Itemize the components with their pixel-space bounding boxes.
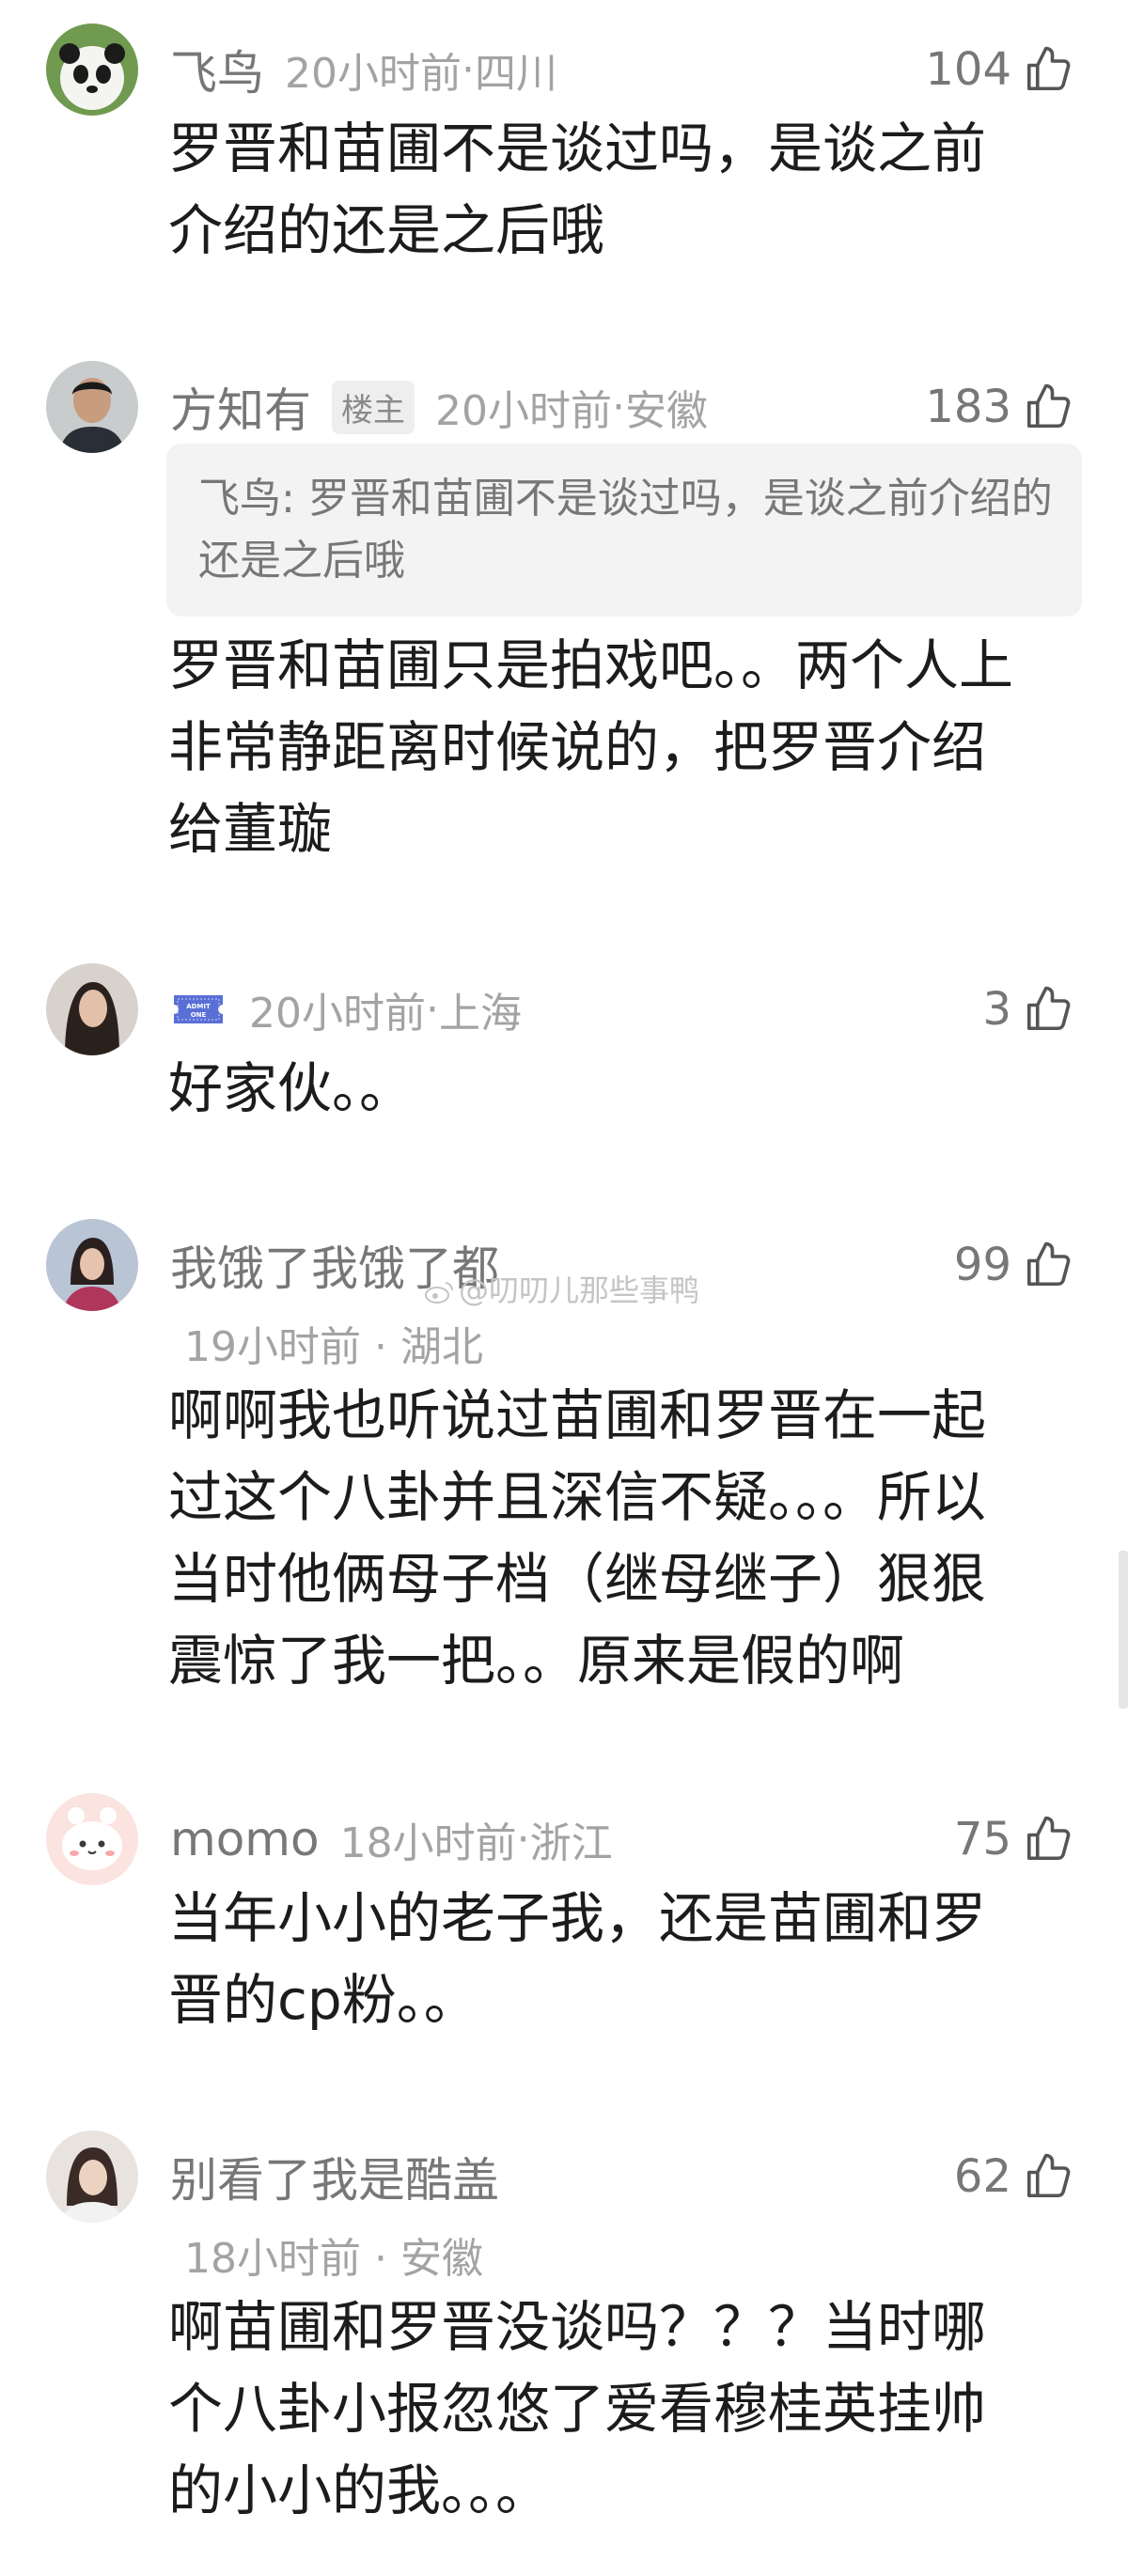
- meta-separator: ·: [426, 985, 439, 1034]
- watermark: @叨叨儿那些事鸭: [423, 1267, 699, 1310]
- like-count: 62: [953, 2150, 1011, 2203]
- meta-separator: ·: [462, 45, 475, 94]
- avatar[interactable]: [46, 2131, 138, 2223]
- location: 安徽: [625, 387, 708, 435]
- avatar[interactable]: [46, 963, 138, 1055]
- comment-text: 罗晋和苗圃不是谈过吗，是谈之前介绍的还是之后哦: [168, 117, 987, 262]
- avatar[interactable]: [46, 1219, 138, 1311]
- avatar[interactable]: [46, 1793, 138, 1885]
- like-count: 3: [982, 983, 1011, 1036]
- timestamp: 18小时前: [339, 1819, 517, 1867]
- location: 浙江: [529, 1819, 613, 1867]
- location: 四川: [475, 50, 557, 98]
- like-button[interactable]: 62: [954, 2147, 1073, 2206]
- watermark-text: @叨叨儿那些事鸭: [459, 1272, 700, 1308]
- meta-separator: ·: [612, 382, 625, 431]
- username[interactable]: 别看了我是酷盖: [170, 2143, 499, 2210]
- thumbs-up-icon: [1026, 986, 1071, 1031]
- comment-header: 飞鸟 20小时前 · 四川: [170, 40, 557, 101]
- comment-text: 好家伙。。: [168, 1056, 415, 1120]
- username[interactable]: 飞鸟: [170, 36, 264, 103]
- thumbs-up-icon: [1026, 1241, 1071, 1287]
- comment-text: 啊啊我也听说过苗圃和罗晋在一起过这个八卦并且深信不疑。。。所以当时他俩母子档（继…: [168, 1383, 987, 1693]
- meta-separator: ·: [361, 2235, 400, 2283]
- timestamp: 18小时前: [184, 2235, 361, 2283]
- person-photo-avatar-icon: [46, 2131, 138, 2223]
- comment-header: ADMIT ONE 20小时前 · 上海: [170, 980, 522, 1038]
- location: 上海: [439, 990, 522, 1038]
- avatar[interactable]: [46, 361, 138, 453]
- comment-header: 方知有 楼主 20小时前 · 安徽: [170, 378, 708, 438]
- scrollbar[interactable]: [1119, 1551, 1128, 1709]
- comment-header: momo 18小时前 · 浙江: [170, 1810, 613, 1868]
- timestamp: 20小时前: [249, 990, 426, 1038]
- location: 安徽: [400, 2235, 483, 2283]
- comment-text: 罗晋和苗圃只是拍戏吧。。两个人上非常静距离时候说的，把罗晋介绍给董璇: [168, 633, 1014, 861]
- meta-separator: ·: [516, 1815, 530, 1864]
- woman-photo-avatar-icon: [46, 963, 138, 1055]
- girl-photo-avatar-icon: [46, 1219, 138, 1311]
- like-button[interactable]: 99: [954, 1236, 1073, 1294]
- comment-text: 当年小小的老子我，还是苗圃和罗晋的cp粉。。: [168, 1886, 987, 2032]
- thumbs-up-icon: [1026, 2153, 1071, 2198]
- meta-separator: ·: [361, 1323, 400, 1371]
- quoted-reply[interactable]: 飞鸟: 罗晋和苗圃不是谈过吗，是谈之前介绍的还是之后哦: [166, 444, 1082, 617]
- cartoon-animal-avatar-icon: [46, 1793, 138, 1885]
- comment-meta: 18小时前 · 安徽: [184, 2225, 483, 2285]
- username[interactable]: 方知有: [170, 373, 311, 441]
- like-count: 104: [925, 43, 1011, 96]
- comment-text: 啊苗圃和罗晋没谈吗？？？当时哪个八卦小报忽悠了爱看穆桂英挂帅的小小的我。。。: [168, 2295, 987, 2522]
- avatar[interactable]: [46, 23, 138, 116]
- like-count: 75: [953, 1813, 1011, 1866]
- location: 湖北: [400, 1323, 483, 1371]
- like-button[interactable]: 3: [982, 980, 1073, 1038]
- comment-meta: 19小时前 · 湖北: [184, 1313, 483, 1373]
- thumbs-up-icon: [1026, 383, 1071, 429]
- timestamp: 20小时前: [285, 50, 462, 98]
- timestamp: 19小时前: [184, 1323, 361, 1371]
- timestamp: 20小时前: [435, 387, 612, 435]
- man-photo-avatar-icon: [46, 361, 138, 453]
- host-badge: 楼主: [332, 380, 415, 434]
- thumbs-up-icon: [1026, 1816, 1071, 1861]
- like-button[interactable]: 183: [925, 378, 1073, 436]
- admit-one-ticket-icon: ADMIT ONE: [174, 995, 223, 1023]
- weibo-logo-icon: [425, 1282, 454, 1304]
- like-button[interactable]: 104: [925, 40, 1073, 99]
- svg-text:ONE: ONE: [191, 1011, 207, 1019]
- panda-avatar-icon: [46, 23, 138, 116]
- like-count: 183: [925, 381, 1011, 433]
- svg-text:ADMIT: ADMIT: [186, 1003, 211, 1010]
- thumbs-up-icon: [1026, 46, 1071, 91]
- username[interactable]: momo: [170, 1812, 320, 1866]
- comment-header: 别看了我是酷盖: [170, 2147, 520, 2208]
- like-button[interactable]: 75: [954, 1810, 1073, 1868]
- like-count: 99: [953, 1239, 1011, 1291]
